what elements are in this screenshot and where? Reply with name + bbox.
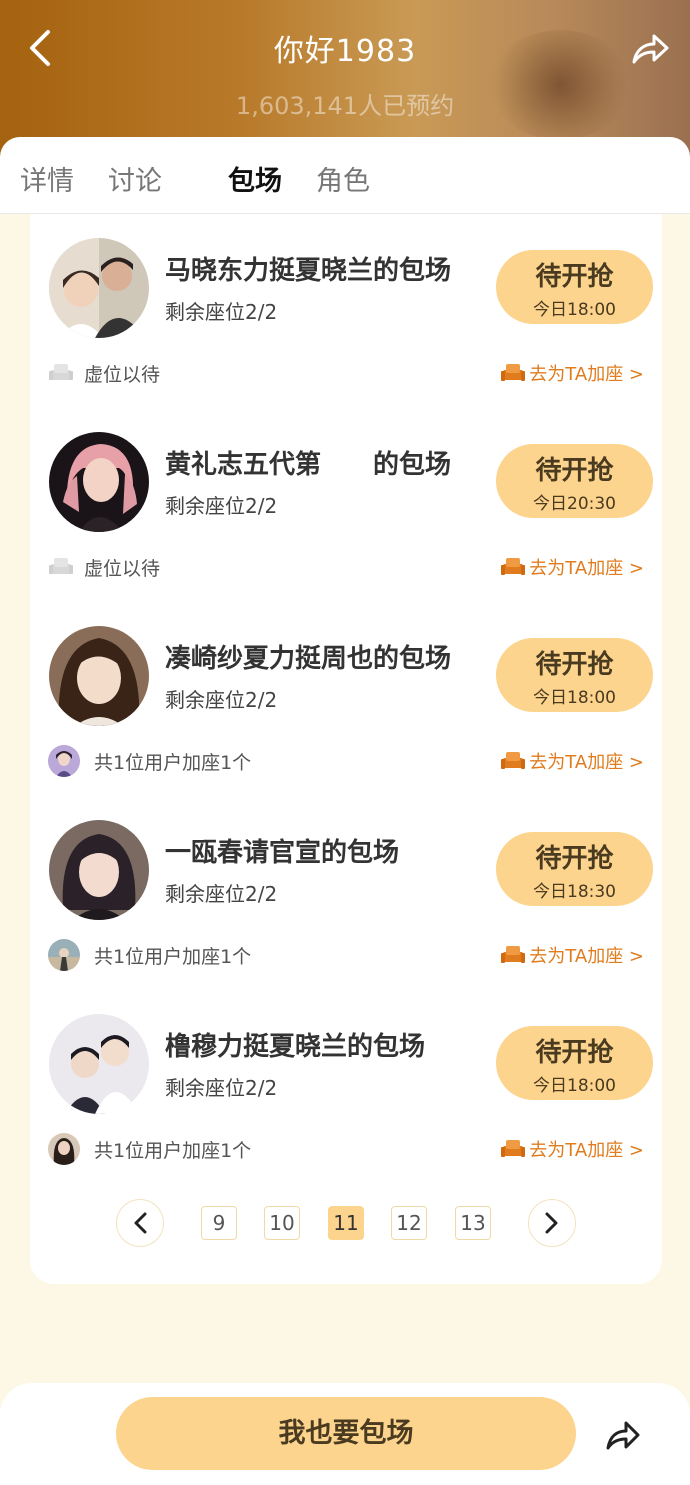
- remaining-seats: 剩余座位2/2: [165, 1076, 278, 1100]
- grab-button-label: 待开抢: [535, 1038, 614, 1068]
- add-seat-label: 去为TA加座 >: [529, 1140, 644, 1161]
- seat-status: 共1位用户加座1个: [48, 1133, 252, 1165]
- screening-title: 黄礼志五代第 的包场: [165, 450, 452, 480]
- screening-title: 一瓯春请官宣的包场: [165, 838, 400, 868]
- share-icon: [632, 34, 669, 64]
- tab-discussion[interactable]: 讨论: [108, 159, 162, 198]
- remaining-seats: 剩余座位2/2: [165, 494, 278, 518]
- seat-status: 共1位用户加座1个: [48, 939, 252, 971]
- grab-button-label: 待开抢: [535, 262, 614, 292]
- seat-status-text: 共1位用户加座1个: [94, 945, 252, 968]
- seat-status-text: 共1位用户加座1个: [94, 751, 252, 774]
- screening-title: 橹穆力挺夏晓兰的包场: [165, 1032, 426, 1062]
- tab-bar: 详情 讨论 包场 角色: [0, 137, 690, 214]
- grab-time: 今日20:30: [533, 494, 616, 514]
- screening-list: 马晓东力挺夏晓兰的包场 剩余座位2/2 待开抢 今日18:00 虚位以待 去为T…: [30, 214, 662, 1284]
- add-seat-label: 去为TA加座 >: [529, 558, 644, 579]
- remaining-seats: 剩余座位2/2: [165, 688, 278, 712]
- tab-private-screening[interactable]: 包场: [228, 159, 282, 198]
- avatar: [49, 432, 149, 532]
- header: 你好1983 1,603,141人已预约: [0, 0, 690, 160]
- avatar: [49, 626, 149, 726]
- tab-roles[interactable]: 角色: [316, 159, 370, 198]
- page-title: 你好1983: [273, 34, 417, 69]
- add-seat-link[interactable]: 去为TA加座 >: [501, 746, 644, 776]
- add-seat-label: 去为TA加座 >: [529, 364, 644, 385]
- grab-button[interactable]: 待开抢 今日18:00: [496, 638, 653, 712]
- grab-button-label: 待开抢: [535, 650, 614, 680]
- bottom-bar: 我也要包场: [0, 1383, 690, 1485]
- grab-button-label: 待开抢: [535, 456, 614, 486]
- list-item[interactable]: 橹穆力挺夏晓兰的包场 剩余座位2/2 待开抢 今日18:00 共1位用户加座1个…: [30, 990, 662, 1184]
- user-avatar: [48, 1133, 80, 1165]
- grab-time: 今日18:30: [533, 882, 616, 902]
- page-13[interactable]: 13: [455, 1206, 491, 1240]
- page-10[interactable]: 10: [264, 1206, 300, 1240]
- add-seat-link[interactable]: 去为TA加座 >: [501, 940, 644, 970]
- seat-status-text: 虚位以待: [84, 363, 161, 386]
- sofa-icon: [501, 364, 526, 381]
- sofa-icon: [501, 752, 526, 769]
- sofa-icon: [501, 1140, 526, 1157]
- chevron-left-icon: [134, 1212, 147, 1234]
- prev-page-button[interactable]: [116, 1199, 164, 1247]
- create-screening-button[interactable]: 我也要包场: [116, 1397, 576, 1470]
- sofa-icon: [501, 558, 526, 575]
- seat-icon: [48, 554, 74, 580]
- user-avatar: [48, 745, 80, 777]
- seat-status-text: 虚位以待: [84, 557, 161, 580]
- add-seat-link[interactable]: 去为TA加座 >: [501, 1134, 644, 1164]
- add-seat-label: 去为TA加座 >: [529, 752, 644, 773]
- share-button-bottom[interactable]: [600, 1413, 646, 1457]
- grab-time: 今日18:00: [533, 300, 616, 320]
- seat-icon: [48, 360, 74, 386]
- pagination: 9 10 11 12 13: [30, 1199, 662, 1249]
- share-button-top[interactable]: [628, 26, 672, 70]
- user-avatar: [48, 939, 80, 971]
- avatar: [49, 238, 149, 338]
- grab-button[interactable]: 待开抢 今日18:00: [496, 1026, 653, 1100]
- grab-button-label: 待开抢: [535, 844, 614, 874]
- grab-button[interactable]: 待开抢 今日20:30: [496, 444, 653, 518]
- add-seat-label: 去为TA加座 >: [529, 946, 644, 967]
- next-page-button[interactable]: [528, 1199, 576, 1247]
- seat-status-text: 共1位用户加座1个: [94, 1139, 252, 1162]
- seat-status: 虚位以待: [48, 552, 160, 582]
- reservation-count: 1,603,141人已预约: [235, 92, 455, 120]
- list-item[interactable]: 一瓯春请官宣的包场 剩余座位2/2 待开抢 今日18:30 共1位用户加座1个 …: [30, 796, 662, 990]
- chevron-right-icon: [545, 1212, 558, 1234]
- screening-title: 马晓东力挺夏晓兰的包场: [165, 256, 452, 286]
- share-icon: [606, 1421, 640, 1450]
- seat-status: 虚位以待: [48, 358, 160, 388]
- avatar: [49, 820, 149, 920]
- page-11[interactable]: 11: [328, 1206, 364, 1240]
- grab-button[interactable]: 待开抢 今日18:30: [496, 832, 653, 906]
- avatar: [49, 1014, 149, 1114]
- remaining-seats: 剩余座位2/2: [165, 300, 278, 324]
- sofa-icon: [501, 946, 526, 963]
- grab-time: 今日18:00: [533, 688, 616, 708]
- remaining-seats: 剩余座位2/2: [165, 882, 278, 906]
- add-seat-link[interactable]: 去为TA加座 >: [501, 552, 644, 582]
- list-item[interactable]: 马晓东力挺夏晓兰的包场 剩余座位2/2 待开抢 今日18:00 虚位以待 去为T…: [30, 214, 662, 408]
- list-item[interactable]: 黄礼志五代第 的包场 剩余座位2/2 待开抢 今日20:30 虚位以待 去为TA…: [30, 408, 662, 602]
- seat-status: 共1位用户加座1个: [48, 745, 252, 777]
- grab-button[interactable]: 待开抢 今日18:00: [496, 250, 653, 324]
- grab-time: 今日18:00: [533, 1076, 616, 1096]
- page-12[interactable]: 12: [391, 1206, 427, 1240]
- list-item[interactable]: 凑崎纱夏力挺周也的包场 剩余座位2/2 待开抢 今日18:00 共1位用户加座1…: [30, 602, 662, 796]
- screening-title: 凑崎纱夏力挺周也的包场: [165, 644, 452, 674]
- page-9[interactable]: 9: [201, 1206, 237, 1240]
- add-seat-link[interactable]: 去为TA加座 >: [501, 358, 644, 388]
- tab-details[interactable]: 详情: [20, 159, 74, 198]
